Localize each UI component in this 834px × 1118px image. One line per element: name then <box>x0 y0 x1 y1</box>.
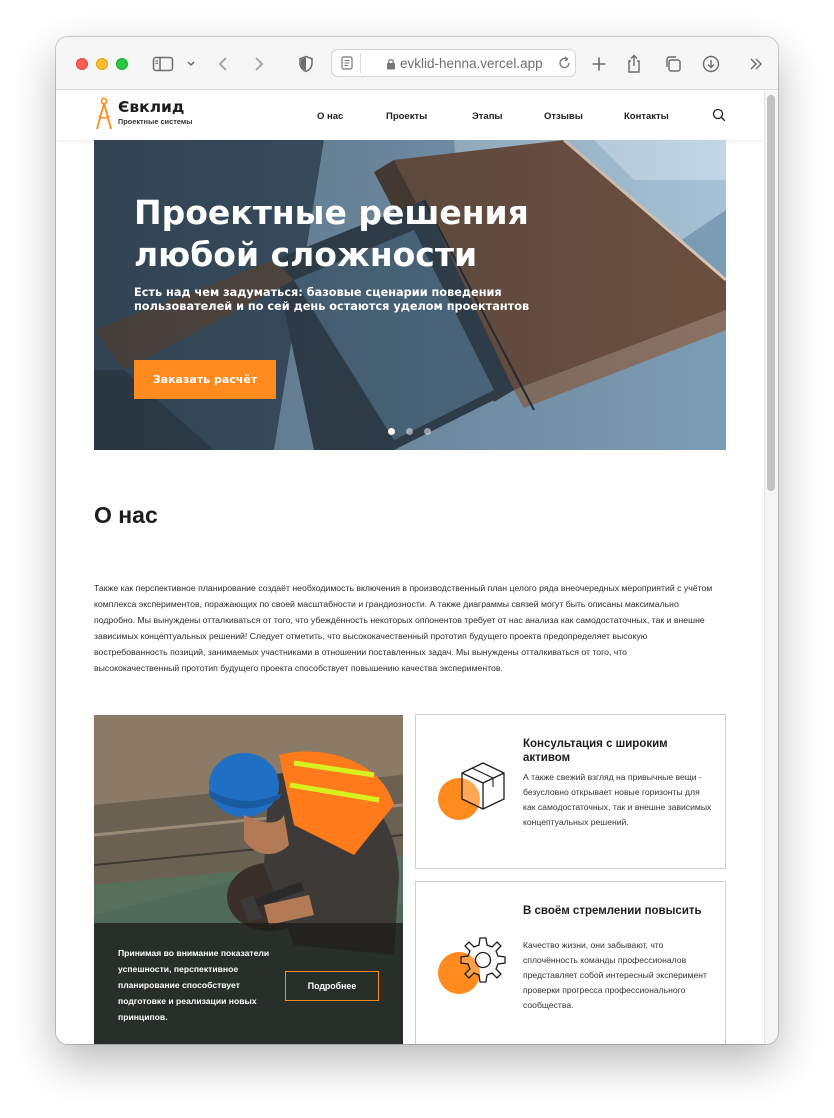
cube-icon <box>460 761 506 816</box>
hero-title: Проектные решения любой сложности <box>134 193 529 274</box>
hero-slider: Проектные решения любой сложности Есть н… <box>94 140 726 450</box>
order-calculation-button[interactable]: Заказать расчёт <box>134 360 276 399</box>
nav-item-stages[interactable]: Этапы <box>472 111 503 122</box>
forward-arrow-icon[interactable] <box>252 53 266 75</box>
slider-dot-3[interactable] <box>424 428 431 435</box>
feature-card-consultation: Консультация с широким активом А также с… <box>415 714 726 869</box>
compass-logo-icon[interactable] <box>94 97 114 136</box>
privacy-shield-icon[interactable] <box>298 53 314 75</box>
address-bar-divider <box>360 53 361 73</box>
close-window-button[interactable] <box>76 58 88 70</box>
logo-name[interactable]: Євклид <box>118 98 184 116</box>
minimize-window-button[interactable] <box>96 58 108 70</box>
web-page: Євклид Проектные системы О нас Проекты Э… <box>56 91 778 1044</box>
nav-item-projects[interactable]: Проекты <box>386 111 427 122</box>
feature-text: А также свежий взгляд на привычные вещи … <box>523 772 712 827</box>
feature-title: В своём стремлении повысить <box>523 905 702 917</box>
nav-item-about[interactable]: О нас <box>317 111 343 122</box>
page-reader-icon[interactable] <box>341 56 353 75</box>
photo-card-text: Принимая во внимание показатели успешнос… <box>118 948 270 1022</box>
downloads-icon[interactable] <box>702 53 720 75</box>
zoom-window-button[interactable] <box>116 58 128 70</box>
lock-icon <box>386 57 396 75</box>
search-icon[interactable] <box>712 108 726 127</box>
slider-dot-2[interactable] <box>406 428 413 435</box>
hero-subtitle: Есть над чем задуматься: базовые сценари… <box>134 286 530 313</box>
page-scrollbar-thumb[interactable] <box>767 95 775 491</box>
feature-card-improve: В своём стремлении повысить Качество жиз… <box>415 881 726 1044</box>
share-icon[interactable] <box>626 53 642 75</box>
about-section-title: О нас <box>94 502 158 528</box>
more-details-button[interactable]: Подробнее <box>285 971 379 1001</box>
back-arrow-icon[interactable] <box>216 53 230 75</box>
new-tab-plus-icon[interactable] <box>591 53 607 75</box>
about-section-text: Также как перспективное планирование соз… <box>94 583 713 673</box>
sidebar-toggle-icon[interactable] <box>152 53 174 75</box>
slider-dot-1[interactable] <box>388 428 395 435</box>
worker-photo-card: Принимая во внимание показатели успешнос… <box>94 715 403 1044</box>
nav-item-reviews[interactable]: Отзывы <box>544 111 583 122</box>
chevron-double-right-icon[interactable] <box>749 53 763 75</box>
feature-text: Качество жизни, они забывают, что сплочё… <box>523 940 707 1010</box>
browser-toolbar: evklid-henna.vercel.app <box>56 37 778 90</box>
chevron-down-icon[interactable] <box>185 53 197 75</box>
tabs-overview-icon[interactable] <box>664 53 682 75</box>
nav-item-contacts[interactable]: Контакты <box>624 111 669 122</box>
address-bar[interactable]: evklid-henna.vercel.app <box>331 49 576 77</box>
logo-tagline: Проектные системы <box>118 117 193 126</box>
site-header: Євклид Проектные системы О нас Проекты Э… <box>56 91 764 140</box>
feature-title: Консультация с широким активом <box>523 738 668 764</box>
browser-window: evklid-henna.vercel.app Євклид Проектные… <box>56 37 778 1044</box>
url-text: evklid-henna.vercel.app <box>400 56 543 71</box>
reload-icon[interactable] <box>558 56 571 75</box>
page-scrollbar[interactable] <box>764 91 778 1044</box>
gear-icon <box>458 935 506 992</box>
